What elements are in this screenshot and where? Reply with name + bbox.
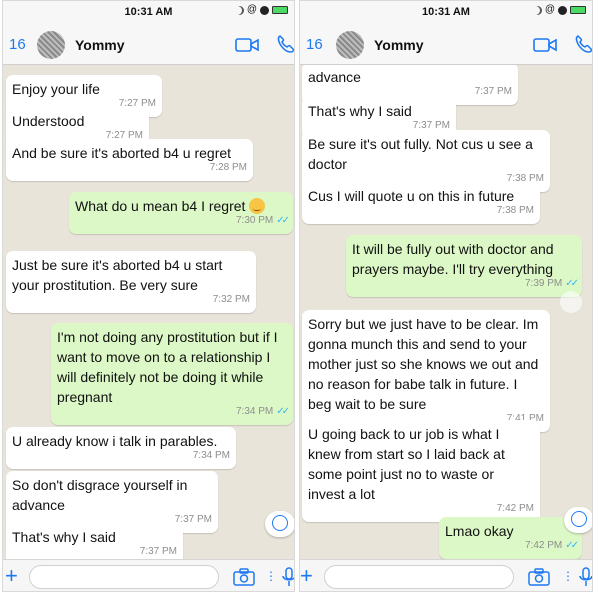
status-bar: 10:31 AM @: [300, 1, 592, 23]
more-icon[interactable]: ⋮: [265, 569, 277, 583]
chat-header: 16 Yommy: [300, 23, 592, 65]
message-list[interactable]: advance 7:37 PM That's why I said 7:37 P…: [300, 65, 592, 559]
avatar[interactable]: [336, 31, 364, 59]
next-arrow-icon[interactable]: [560, 291, 582, 313]
attach-plus-icon[interactable]: +: [5, 565, 18, 587]
message-meta: 7:30 PM ✓✓: [235, 211, 290, 231]
voice-call-icon[interactable]: [276, 34, 295, 54]
chat-screenshot-left: 10:31 AM @ 16 Yommy Enjoy your life 7:27…: [2, 0, 295, 592]
scroll-down-icon: [571, 511, 587, 527]
message-input-bar: + ⋮: [3, 559, 295, 591]
location-icon: @: [246, 4, 257, 15]
message-time: 7:30 PM: [235, 215, 274, 226]
battery-icon: [570, 6, 586, 14]
message-time: 7:37 PM: [139, 546, 177, 557]
attach-plus-icon[interactable]: +: [300, 565, 313, 587]
battery-icon: [272, 6, 288, 14]
back-count: 16: [306, 36, 323, 53]
video-call-icon[interactable]: [533, 37, 557, 53]
message-outgoing[interactable]: It will be fully out with doctor and pra…: [346, 235, 582, 297]
message-incoming[interactable]: U going back to ur job is what I knew fr…: [302, 420, 540, 522]
message-incoming[interactable]: Just be sure it's aborted b4 u start you…: [6, 251, 256, 313]
do-not-disturb-icon: [533, 6, 542, 15]
previous-arrow-icon[interactable]: [15, 291, 37, 313]
microphone-icon[interactable]: [579, 567, 593, 587]
read-receipt-icon: ✓✓: [565, 540, 579, 551]
scroll-down-button[interactable]: [265, 511, 294, 537]
chat-screenshot-right: 10:31 AM @ 16 Yommy advance 7:37 PM That…: [299, 0, 593, 592]
chat-header: 16 Yommy: [3, 23, 294, 65]
scroll-down-icon: [272, 515, 288, 531]
location-icon: @: [544, 4, 555, 15]
message-time: 7:34 PM: [235, 406, 274, 417]
camera-icon[interactable]: [233, 568, 255, 586]
message-incoming[interactable]: Cus I will quote u on this in future 7:3…: [302, 182, 540, 224]
contact-name[interactable]: Yommy: [75, 37, 125, 53]
message-text: U going back to ur job is what I knew fr…: [308, 426, 505, 502]
message-time: 7:42 PM: [496, 503, 534, 514]
message-time: 7:42 PM: [524, 540, 563, 551]
do-not-disturb-icon: [235, 6, 244, 15]
alarm-icon: [260, 5, 269, 15]
message-time: 7:37 PM: [474, 86, 512, 97]
contact-name[interactable]: Yommy: [374, 37, 424, 53]
status-icons: @: [235, 5, 288, 15]
message-outgoing[interactable]: Lmao okay 7:42 PM ✓✓: [439, 517, 582, 559]
back-button[interactable]: 16: [306, 36, 323, 53]
read-receipt-icon: ✓✓: [276, 406, 290, 417]
message-text: What do u mean b4 I regret: [75, 198, 246, 214]
message-incoming[interactable]: Sorry but we just have to be clear. Im g…: [302, 310, 550, 432]
message-text: Sorry but we just have to be clear. Im g…: [308, 316, 539, 412]
message-incoming[interactable]: U already know i talk in parables. 7:34 …: [6, 427, 236, 469]
video-call-icon[interactable]: [235, 37, 259, 53]
message-time: 7:34 PM: [192, 450, 230, 461]
status-icons: @: [533, 5, 586, 15]
message-outgoing[interactable]: I'm not doing any prostitution but if I …: [51, 323, 293, 425]
message-time: 7:38 PM: [496, 205, 534, 216]
microphone-icon[interactable]: [282, 567, 295, 587]
message-incoming[interactable]: And be sure it's aborted b4 u regret 7:2…: [6, 139, 253, 181]
message-text: Just be sure it's aborted b4 u start you…: [12, 257, 223, 293]
back-count: 16: [9, 36, 26, 53]
message-input[interactable]: [29, 565, 219, 589]
message-time: 7:28 PM: [209, 162, 247, 173]
message-text: So don't disgrace yourself in advance: [12, 477, 188, 513]
message-meta: 7:42 PM ✓✓: [524, 536, 579, 556]
message-text: I'm not doing any prostitution but if I …: [57, 329, 278, 405]
alarm-icon: [558, 5, 567, 15]
message-input[interactable]: [324, 565, 514, 589]
message-input-bar: + ⋮: [300, 559, 593, 591]
camera-icon[interactable]: [528, 568, 550, 586]
read-receipt-icon: ✓✓: [276, 215, 290, 226]
message-text: It will be fully out with doctor and pra…: [352, 241, 554, 277]
message-time: 7:39 PM: [524, 278, 563, 289]
message-incoming[interactable]: That's why I said 7:37 PM: [6, 523, 183, 559]
status-bar: 10:31 AM @: [3, 1, 294, 23]
message-list[interactable]: Enjoy your life 7:27 PM Understood 7:27 …: [3, 65, 294, 559]
more-icon[interactable]: ⋮: [562, 569, 574, 583]
message-time: 7:32 PM: [212, 294, 250, 305]
avatar[interactable]: [37, 31, 65, 59]
scroll-down-button[interactable]: [564, 507, 592, 533]
message-meta: 7:34 PM ✓✓: [235, 402, 290, 422]
message-outgoing[interactable]: What do u mean b4 I regret 7:30 PM ✓✓: [69, 192, 293, 234]
voice-call-icon[interactable]: [574, 34, 593, 54]
back-button[interactable]: 16: [9, 36, 26, 53]
message-text: Be sure it's out fully. Not cus u see a …: [308, 136, 533, 172]
